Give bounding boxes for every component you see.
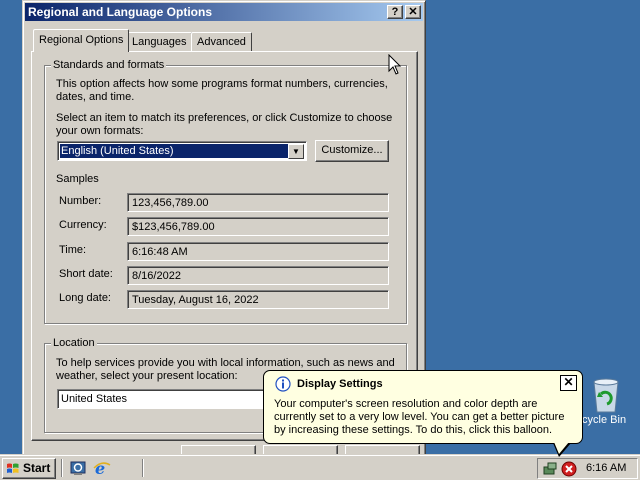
tab-advanced[interactable]: Advanced	[191, 32, 252, 52]
location-group-title: Location	[51, 336, 97, 350]
sample-long-date-value: Tuesday, August 16, 2022	[127, 290, 389, 309]
taskbar: Start e 6:16 AM	[0, 454, 640, 480]
tab-languages[interactable]: Languages	[126, 32, 193, 52]
sample-currency-label: Currency:	[59, 219, 107, 231]
sample-time-label: Time:	[59, 244, 87, 256]
sample-short-date-value: 8/16/2022	[127, 266, 389, 285]
balloon-tail-fill	[554, 442, 569, 454]
dialog-titlebar[interactable]: Regional and Language Options ? ✕	[25, 3, 423, 21]
balloon-title: Display Settings	[297, 378, 383, 390]
standards-description: This option affects how some programs fo…	[56, 78, 388, 103]
sample-long-date-label: Long date:	[59, 292, 111, 304]
start-button[interactable]: Start	[2, 458, 56, 479]
locale-selected-value: English (United States)	[60, 144, 288, 158]
mouse-cursor-icon	[388, 54, 402, 75]
tab-regional-options[interactable]: Regional Options	[33, 29, 130, 52]
help-button[interactable]: ?	[387, 5, 403, 19]
chevron-down-icon[interactable]: ▼	[288, 144, 304, 159]
standards-group: Standards and formats This option affect…	[44, 58, 407, 324]
balloon-message: Your computer's screen resolution and co…	[274, 398, 565, 436]
sample-short-date-label: Short date:	[59, 268, 113, 280]
internet-explorer-icon[interactable]: e	[93, 459, 111, 477]
sample-number-value: 123,456,789.00	[127, 193, 389, 212]
security-alert-icon[interactable]	[561, 461, 577, 477]
sample-currency-value: $123,456,789.00	[127, 217, 389, 236]
balloon-close-button[interactable]: ✕	[560, 375, 577, 391]
taskbar-separator	[61, 459, 63, 477]
display-settings-balloon[interactable]: Display Settings ✕ Your computer's scree…	[263, 370, 583, 444]
system-tray: 6:16 AM	[537, 458, 638, 479]
select-prompt: Select an item to match its preferences,…	[56, 112, 393, 137]
taskbar-clock[interactable]: 6:16 AM	[586, 462, 626, 474]
samples-label: Samples	[56, 173, 99, 185]
svg-text:e: e	[95, 459, 105, 477]
show-desktop-icon[interactable]	[69, 459, 87, 477]
locale-dropdown[interactable]: English (United States) ▼	[57, 141, 307, 161]
start-label: Start	[23, 461, 51, 475]
standards-group-title: Standards and formats	[51, 58, 167, 72]
sample-number-label: Number:	[59, 195, 102, 207]
windows-logo-icon	[7, 463, 19, 473]
close-button[interactable]: ✕	[405, 5, 421, 19]
taskbar-separator-2	[142, 459, 144, 477]
network-icon[interactable]	[542, 461, 558, 477]
dialog-title: Regional and Language Options	[28, 5, 213, 19]
sample-time-value: 6:16:48 AM	[127, 242, 389, 261]
info-icon	[275, 376, 291, 392]
customize-button[interactable]: Customize...	[315, 140, 389, 162]
